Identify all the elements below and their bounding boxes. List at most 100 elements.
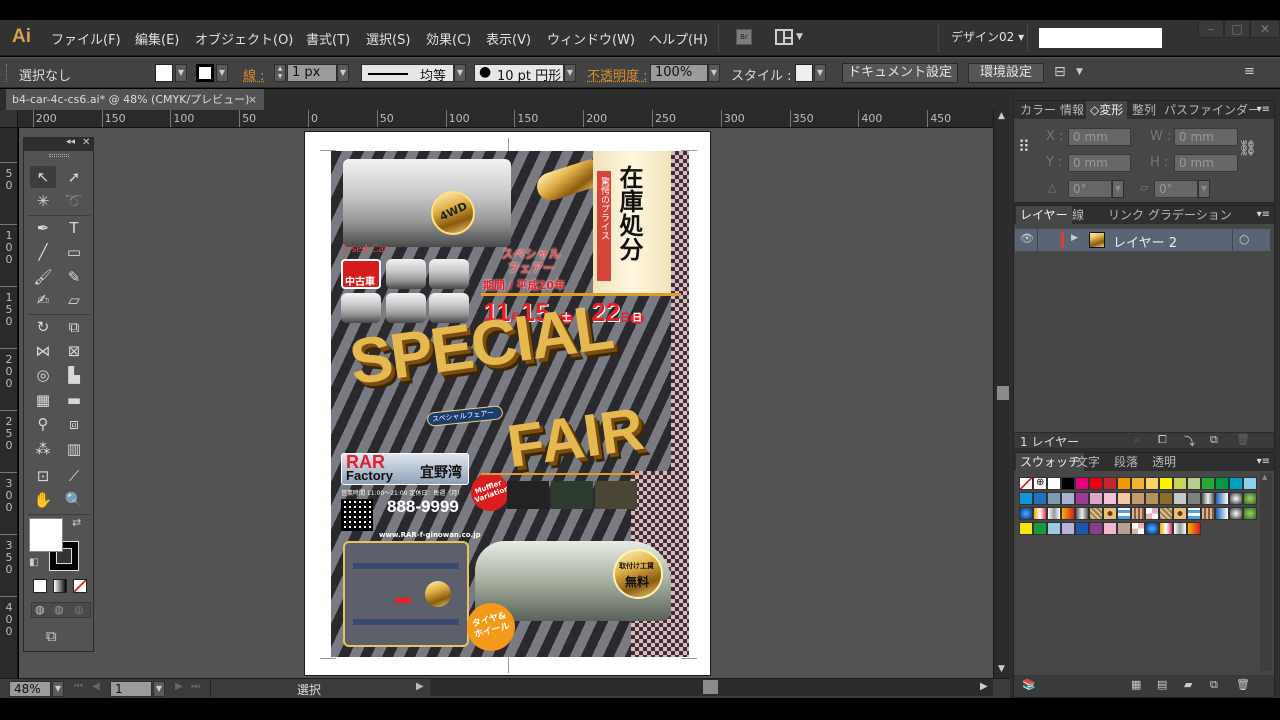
ruler-origin[interactable] — [0, 110, 18, 127]
swatch-color[interactable] — [1201, 477, 1215, 490]
swatch-gradient[interactable] — [1159, 522, 1173, 535]
stroke-label[interactable]: 線 : — [243, 65, 265, 84]
document-tab[interactable]: b4-car-4c-cs6.ai* @ 48% (CMYK/プレビュー) — [6, 89, 264, 110]
swatch-color[interactable] — [1103, 477, 1117, 490]
perspective-grid-tool-icon[interactable]: ▙ — [61, 364, 87, 386]
swatch-color[interactable] — [1089, 477, 1103, 490]
shear-input[interactable]: 0° — [1154, 180, 1198, 198]
swatch-color[interactable] — [1173, 492, 1187, 505]
brush-select[interactable]: ● 10 pt 円形 — [474, 64, 564, 84]
tab-paragraph[interactable]: 段落 — [1110, 453, 1142, 471]
menu-select[interactable]: 選択(S) — [366, 29, 410, 48]
stroke-weight-stepper[interactable]: ▲ ▼ — [274, 64, 286, 82]
swatch-color[interactable] — [1061, 492, 1075, 505]
expand-layer-icon[interactable]: ▶ — [1071, 233, 1078, 243]
new-sublayer-icon[interactable]: ⤵ — [1184, 433, 1195, 449]
delete-swatch-icon[interactable]: 🗑 — [1236, 678, 1250, 691]
target-icon[interactable]: ○ — [1239, 232, 1249, 246]
swatch-color[interactable] — [1047, 522, 1061, 535]
tab-stroke[interactable]: 線 — [1068, 206, 1088, 224]
w-input[interactable]: 0 mm — [1174, 128, 1238, 146]
arrange-documents-icon[interactable] — [775, 29, 793, 45]
swatch-gradient[interactable] — [1075, 507, 1089, 520]
draw-inside-icon[interactable]: ◍ — [74, 603, 84, 616]
menu-view[interactable]: 表示(V) — [486, 29, 531, 48]
grip-handle[interactable] — [49, 154, 69, 157]
tab-layers[interactable]: レイヤー — [1016, 206, 1072, 224]
canvas-area[interactable]: 4WD 驚愕のプライス 在庫処分 Used Car 中古車 スペシャルフェアー — [19, 128, 993, 678]
bridge-button[interactable]: Br — [736, 29, 752, 45]
swatch-pattern[interactable] — [1117, 507, 1131, 520]
tab-gradient[interactable]: グラデーション — [1144, 206, 1236, 224]
type-tool-icon[interactable]: T — [61, 217, 87, 239]
blob-brush-tool-icon[interactable]: ✍ — [30, 289, 56, 311]
zoom-level-input[interactable]: 48% — [9, 681, 51, 697]
scroll-up-icon[interactable]: ▲ — [998, 111, 1005, 121]
new-layer-icon[interactable]: ⧉ — [1210, 433, 1218, 447]
rotate-tool-icon[interactable]: ↻ — [30, 316, 56, 338]
close-icon[interactable]: ✕ — [82, 137, 90, 148]
horizontal-ruler[interactable]: 200150100500501001502002503003504004505 — [0, 110, 993, 128]
eyedropper-tool-icon[interactable]: ⚲ — [30, 413, 56, 435]
tab-align[interactable]: 整列 — [1128, 101, 1160, 119]
rotate-input[interactable]: 0° — [1068, 180, 1112, 198]
x-input[interactable]: 0 mm — [1068, 128, 1131, 146]
opacity-label[interactable]: 不透明度 : — [587, 65, 648, 84]
opacity-input[interactable]: 100% — [650, 64, 708, 82]
swatch-gradient[interactable] — [1187, 522, 1201, 535]
panel-menu-icon[interactable]: ▾≡ — [1257, 456, 1270, 467]
tab-info[interactable]: 情報 — [1056, 101, 1088, 119]
artboard[interactable]: 4WD 驚愕のプライス 在庫処分 Used Car 中古車 スペシャルフェアー — [304, 131, 711, 676]
swatch-color[interactable] — [1159, 492, 1173, 505]
tab-character[interactable]: 文字 — [1072, 453, 1104, 471]
magic-wand-tool-icon[interactable]: ✳ — [30, 190, 56, 212]
swatch-gradient[interactable] — [1033, 507, 1047, 520]
paintbrush-tool-icon[interactable]: 🖌 — [30, 266, 56, 288]
swatch-gradient[interactable] — [1061, 507, 1075, 520]
stroke-weight-input[interactable]: 1 px — [287, 64, 337, 82]
lasso-tool-icon[interactable]: ➰ — [61, 190, 87, 212]
close-button[interactable]: ✕ — [1250, 20, 1280, 38]
panel-menu-icon[interactable]: ▾≡ — [1257, 104, 1270, 115]
swatch-color[interactable] — [1187, 492, 1201, 505]
stroke-weight-dropdown[interactable]: ▼ — [337, 64, 349, 82]
new-color-group-icon[interactable]: ▰ — [1184, 678, 1192, 691]
tab-links[interactable]: リンク — [1104, 206, 1148, 224]
panel-menu-icon[interactable]: ≡ — [1244, 64, 1255, 79]
pencil-tool-icon[interactable]: ✎ — [61, 266, 87, 288]
menu-window[interactable]: ウィンドウ(W) — [547, 29, 635, 48]
swatch-color[interactable] — [1187, 477, 1201, 490]
layer-name[interactable]: レイヤー 2 — [1113, 232, 1177, 251]
swatch-registration[interactable]: ⊕ — [1033, 477, 1047, 490]
first-artboard-icon[interactable]: ⏮ — [74, 681, 83, 692]
tab-transform[interactable]: ◇変形 — [1086, 101, 1128, 119]
swatch-color[interactable] — [1145, 477, 1159, 490]
swatch-color[interactable] — [1075, 522, 1089, 535]
document-setup-button[interactable]: ドキュメント設定 — [842, 63, 958, 83]
swatch-color[interactable] — [1061, 477, 1075, 490]
align-options-icon[interactable]: ⊟ — [1054, 64, 1066, 80]
chevron-down-icon[interactable]: ▼ — [1076, 67, 1083, 77]
zoom-dropdown[interactable]: ▼ — [52, 681, 64, 697]
line-tool-icon[interactable]: ╱ — [30, 241, 56, 263]
rotate-dropdown[interactable]: ▼ — [1112, 180, 1124, 198]
symbol-sprayer-tool-icon[interactable]: ⁂ — [30, 438, 56, 460]
swatch-options-icon[interactable]: ▤ — [1157, 678, 1167, 691]
shape-builder-tool-icon[interactable]: ◎ — [30, 364, 56, 386]
gradient-tool-icon[interactable]: ▬ — [61, 389, 87, 411]
draw-normal-icon[interactable]: ◍ — [35, 603, 45, 616]
stroke-dropdown[interactable]: ▼ — [216, 64, 228, 82]
stroke-swatch[interactable] — [196, 64, 214, 82]
zoom-tool-icon[interactable]: 🔍 — [61, 489, 87, 511]
status-menu-icon[interactable]: ▶ — [416, 681, 424, 692]
swatch-color[interactable] — [1103, 492, 1117, 505]
maximize-button[interactable]: □ — [1224, 20, 1250, 38]
swatch-pattern[interactable] — [1159, 507, 1173, 520]
blend-tool-icon[interactable]: ⧈ — [61, 413, 87, 435]
swatch-color[interactable] — [1089, 522, 1103, 535]
swatch-color[interactable] — [1215, 477, 1229, 490]
gradient-mode-icon[interactable] — [53, 579, 67, 593]
make-clipping-mask-icon[interactable]: ⧠ — [1158, 433, 1167, 447]
tab-color[interactable]: カラー — [1016, 101, 1060, 119]
y-input[interactable]: 0 mm — [1068, 154, 1131, 172]
